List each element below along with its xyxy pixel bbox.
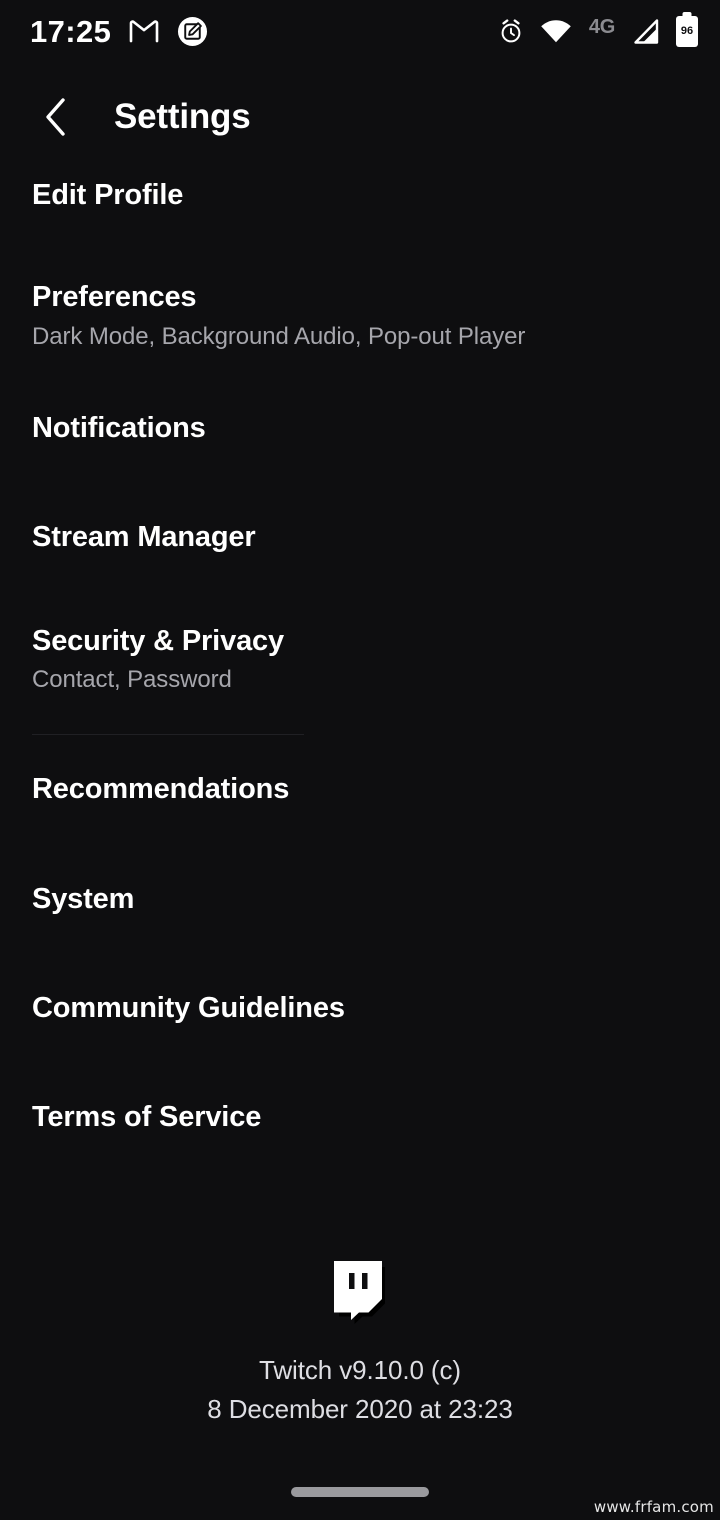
settings-item-stream-manager[interactable]: Stream Manager	[0, 520, 720, 553]
battery-percent-label: 96	[680, 24, 694, 37]
app-version: Twitch v9.10.0 (c) 8 December 2020 at 23…	[207, 1351, 513, 1428]
settings-item-notifications[interactable]: Notifications	[0, 411, 720, 444]
wifi-icon	[540, 19, 572, 43]
gesture-navigation-bar[interactable]	[291, 1487, 429, 1497]
chevron-left-icon	[43, 97, 69, 137]
screenshot-markup-icon	[177, 16, 208, 47]
gmail-icon	[129, 19, 159, 43]
item-subtitle: Contact, Password	[32, 666, 232, 694]
item-title: Stream Manager	[32, 520, 256, 553]
version-line: Twitch v9.10.0 (c)	[259, 1355, 461, 1386]
battery-icon: 96	[676, 15, 698, 47]
status-bar-right: 4G 96	[499, 15, 698, 47]
item-title: System	[32, 882, 135, 915]
item-title: Community Guidelines	[32, 991, 345, 1024]
status-bar-clock: 17:25	[30, 13, 112, 49]
watermark: www.frfam.com	[593, 1498, 714, 1516]
settings-list: Edit Profile Preferences Dark Mode, Back…	[0, 179, 720, 1134]
settings-item-edit-profile[interactable]: Edit Profile	[0, 179, 720, 211]
app-header: Settings	[0, 62, 720, 172]
back-button[interactable]	[14, 75, 98, 159]
item-title: Terms of Service	[32, 1101, 262, 1134]
settings-item-preferences[interactable]: Preferences Dark Mode, Background Audio,…	[0, 281, 720, 350]
settings-item-security-privacy[interactable]: Security & Privacy Contact, Password	[0, 625, 720, 694]
item-title: Security & Privacy	[32, 625, 284, 658]
settings-item-terms-of-service[interactable]: Terms of Service	[0, 1101, 720, 1134]
item-subtitle: Dark Mode, Background Audio, Pop-out Pla…	[32, 322, 526, 350]
settings-screen: 17:25 4G 96 Settings Edit Profile Prefer…	[0, 0, 720, 1520]
cellular-signal-icon	[632, 18, 659, 44]
settings-item-community-guidelines[interactable]: Community Guidelines	[0, 991, 720, 1024]
item-title: Preferences	[32, 281, 197, 314]
alarm-icon	[499, 18, 523, 44]
network-type-label: 4G	[588, 16, 615, 38]
status-bar-left: 17:25	[30, 16, 208, 47]
status-bar: 17:25 4G 96	[0, 0, 720, 62]
settings-item-recommendations[interactable]: Recommendations	[0, 773, 720, 806]
app-footer: Twitch v9.10.0 (c) 8 December 2020 at 23…	[0, 1259, 720, 1428]
page-title: Settings	[114, 97, 251, 136]
build-date-line: 8 December 2020 at 23:23	[207, 1393, 513, 1424]
twitch-logo	[329, 1259, 391, 1329]
item-title: Notifications	[32, 411, 206, 444]
item-title: Recommendations	[32, 773, 290, 806]
item-title: Edit Profile	[32, 179, 184, 211]
settings-item-system[interactable]: System	[0, 882, 720, 915]
